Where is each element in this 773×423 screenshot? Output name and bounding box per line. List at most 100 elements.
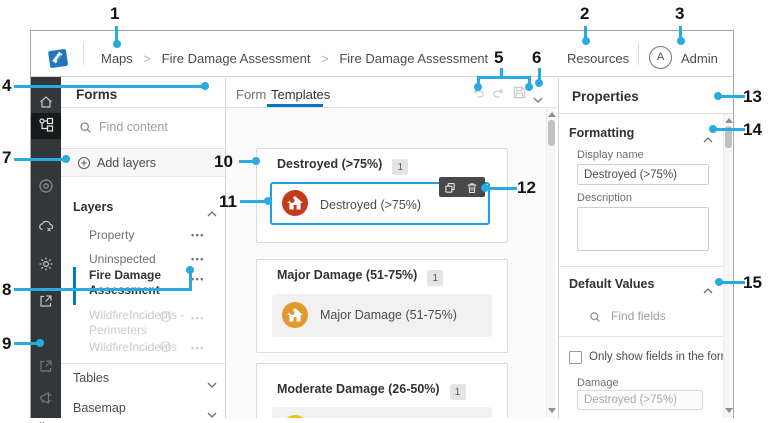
forms-icon[interactable] [38,117,54,138]
find-fields-input[interactable] [611,309,706,323]
scrollbar-up-arrow[interactable] [548,112,556,117]
only-show-fields-checkbox[interactable] [569,351,582,364]
layer-selected-indicator [73,267,76,305]
layers-section-header[interactable]: Layers [73,200,113,214]
default-values-section-header[interactable]: Default Values [569,277,654,291]
geofences-icon[interactable] [38,178,54,199]
callout-number-10: 10 [214,152,233,171]
chevron-up-icon[interactable] [703,281,713,299]
add-circle-icon [77,156,91,175]
breadcrumb-maps[interactable]: Maps [101,51,133,66]
damage-field-label: Damage [577,377,619,389]
top-bar: Maps > Fire Damage Assessment > Fire Dam… [31,31,733,77]
template-group-title: Major Damage (51-75%) 1 [277,268,444,286]
search-icon [79,121,92,139]
properties-panel: Properties Formatting Display name Descr… [559,77,733,418]
forms-panel-title: Forms [76,87,118,102]
layer-menu-icon[interactable]: ••• [191,254,205,264]
breadcrumb-map-name[interactable]: Fire Damage Assessment [162,51,311,66]
resources-link[interactable]: Resources [567,51,629,66]
properties-panel-title: Properties [572,89,639,104]
layer-menu-icon[interactable]: ••• [191,313,205,323]
display-name-label: Display name [577,149,644,161]
chevron-up-icon[interactable] [207,204,217,222]
scrollbar-down-arrow[interactable] [725,408,733,413]
description-textarea[interactable] [577,207,709,251]
tab-templates[interactable]: Templates [271,87,330,102]
layer-hidden-icon [159,340,172,358]
description-label: Description [577,192,633,204]
moderate-template-icon [282,415,308,418]
callout-number-6: 6 [532,48,542,67]
template-group-major: Major Damage (51-75%) 1 Major Damage (51-… [256,259,508,353]
callout-number-1: 1 [110,4,120,23]
scrollbar-down-arrow[interactable] [548,408,556,413]
scrollbar-up-arrow[interactable] [725,118,733,123]
feedback-icon[interactable] [38,390,54,411]
callout-number-3: 3 [675,4,685,23]
major-template-icon [282,302,308,328]
share-icon[interactable] [38,293,54,314]
chevron-down-icon[interactable] [207,405,217,423]
damage-value-input[interactable] [577,390,703,410]
formatting-section-header[interactable]: Formatting [569,126,634,140]
offline-icon[interactable] [38,218,54,239]
template-card-moderate[interactable]: Moderate Damage (26-50%) [272,407,492,418]
layer-item-wildfire-perimeters-line2[interactable]: Perimeters [89,323,147,337]
template-count-badge: 1 [449,384,466,400]
layer-menu-icon-fda[interactable]: ••• [191,274,205,284]
home-icon[interactable] [38,94,54,115]
callout-number-4: 4 [2,76,12,95]
settings-icon[interactable] [38,256,54,277]
delete-icon[interactable] [466,181,478,199]
template-count-badge: 1 [392,159,409,175]
basemap-section-header[interactable]: Basemap [73,401,126,415]
expand-icon[interactable]: » [39,416,46,423]
redo-icon[interactable] [491,86,506,105]
callout-number-15: 15 [743,273,762,292]
forms-panel: Forms Add layers Layers Property ••• Uni… [61,77,226,418]
tab-form[interactable]: Form [236,87,266,102]
save-menu-chevron-icon[interactable] [533,90,543,108]
template-group-moderate: Moderate Damage (26-50%)1 Moderate Damag… [256,363,508,418]
add-layers-row[interactable]: Add layers [61,149,226,177]
search-icon [589,310,601,328]
template-card-major[interactable]: Major Damage (51-75%) [272,294,492,337]
avatar[interactable]: A [649,46,672,69]
layer-menu-icon[interactable]: ••• [191,230,205,240]
scrollbar-thumb[interactable] [548,120,555,146]
app-logo-icon[interactable] [47,47,70,70]
properties-scrollbar[interactable] [723,114,733,418]
search-input[interactable] [99,120,209,134]
tables-section-header[interactable]: Tables [73,371,109,385]
callout-number-8: 8 [2,280,12,299]
template-group-title: Destroyed (>75%) 1 [277,157,409,175]
breadcrumb-separator: > [321,51,329,66]
layer-item-fire-damage-assessment[interactable]: Fire Damage [89,268,161,282]
add-layers-label: Add layers [97,156,157,170]
callout-number-14: 14 [743,120,762,139]
callout-number-2: 2 [580,4,590,23]
callout-number-9: 9 [2,334,12,353]
annotated-screenshot: Maps > Fire Damage Assessment > Fire Dam… [0,0,773,423]
breadcrumb-separator: > [143,51,152,66]
user-menu[interactable]: Admin [681,51,718,66]
sidebar-rail: » [31,77,61,423]
open-in-new-icon[interactable] [38,358,54,379]
layer-item-property[interactable]: Property [89,228,134,242]
layer-menu-icon[interactable]: ••• [191,343,205,353]
chevron-down-icon[interactable] [207,375,217,393]
card-action-toolbar [439,177,485,197]
editor-scrollbar[interactable] [546,108,556,418]
layer-item-uninspected[interactable]: Uninspected [89,252,156,266]
callout-number-7: 7 [2,148,12,167]
editor-panel: Form Templates Destroyed (>75%) 1 Destro… [226,77,559,418]
destroyed-template-icon [282,190,308,216]
duplicate-icon[interactable] [444,181,456,199]
only-show-fields-label: Only show fields in the form [589,351,731,363]
template-count-badge: 1 [427,270,444,286]
display-name-input[interactable] [577,164,709,185]
templates-body: Destroyed (>75%) 1 Destroyed (>75%) Majo… [226,108,546,418]
breadcrumb-page-name: Fire Damage Assessment [339,51,489,66]
template-group-title: Moderate Damage (26-50%) 1 [277,382,466,400]
